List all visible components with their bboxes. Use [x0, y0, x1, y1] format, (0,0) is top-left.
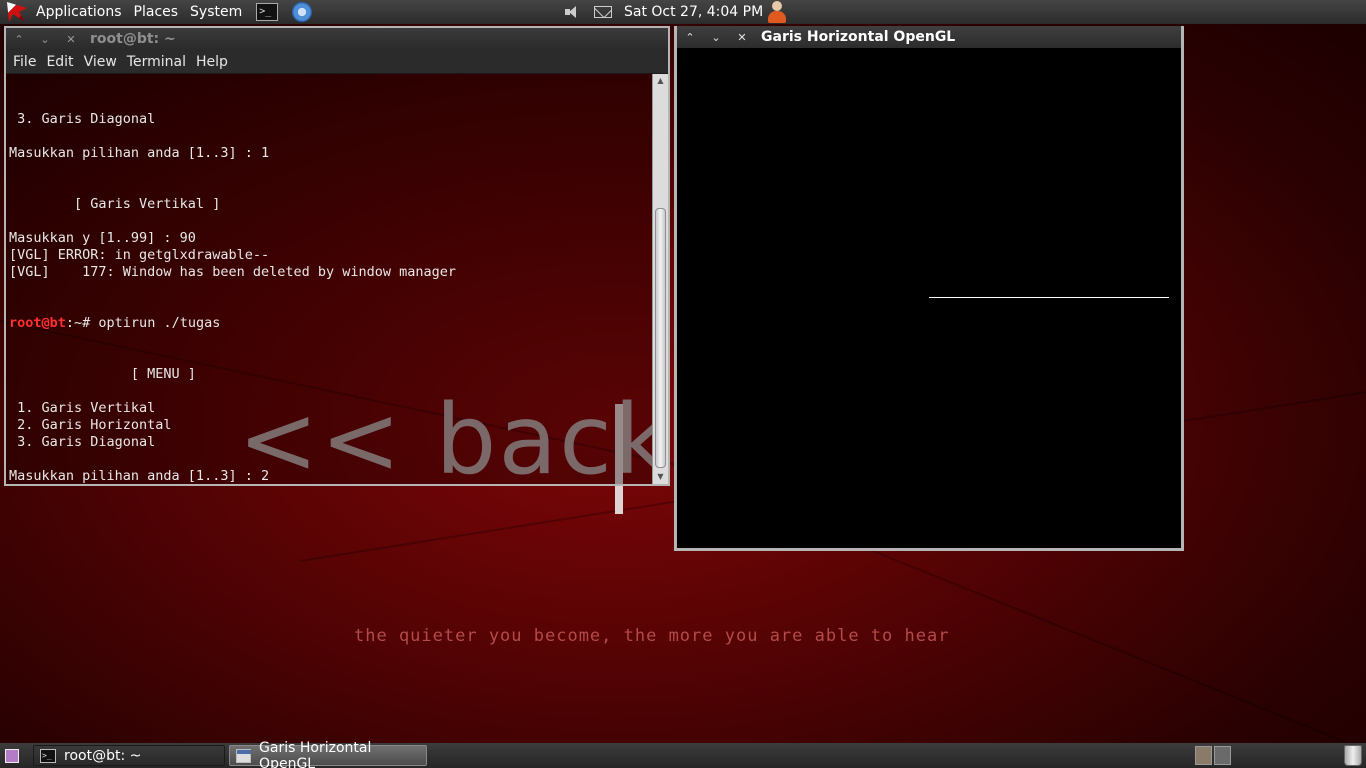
close-icon[interactable]: ✕	[729, 31, 755, 44]
workspace-1[interactable]	[1195, 746, 1212, 765]
terminal-launcher-icon[interactable]: >_	[256, 3, 279, 21]
opengl-title: Garis Horizontal OpenGL	[761, 29, 956, 45]
prompt-user: root@bt	[9, 315, 66, 331]
scrollbar-thumb[interactable]	[655, 208, 666, 468]
terminal-line: 3. Garis Diagonal	[9, 434, 156, 450]
taskbar-item-terminal[interactable]: >_ root@bt: ~	[33, 745, 225, 766]
opengl-titlebar[interactable]: ⌃ ⌄ ✕ Garis Horizontal OpenGL	[677, 26, 1181, 48]
menu-places[interactable]: Places	[128, 0, 185, 24]
terminal-prompt-line: root@bt:~# optirun ./tugas	[9, 315, 652, 332]
show-desktop-icon[interactable]	[5, 748, 19, 763]
horizontal-line	[929, 297, 1169, 298]
top-panel: Applications Places System >_ Sat Oct 27…	[0, 0, 1366, 24]
terminal-line: 1. Garis Vertikal	[9, 400, 156, 416]
terminal-line: 2. Garis Horizontal	[9, 417, 172, 433]
terminal-line: Masukkan pilihan anda [1..3] : 1	[9, 145, 270, 161]
maximize-icon[interactable]: ⌃	[677, 31, 703, 44]
terminal-title: root@bt: ~	[90, 31, 176, 47]
mail-icon[interactable]	[594, 6, 612, 18]
workspace-switcher[interactable]	[1195, 746, 1231, 765]
terminal-output[interactable]: 3. Garis Diagonal Masukkan pilihan anda […	[6, 74, 652, 484]
terminal-output-before: 3. Garis Diagonal Masukkan pilihan anda […	[9, 111, 652, 281]
close-icon[interactable]: ✕	[58, 33, 84, 46]
terminal-output-after: [ MENU ] 1. Garis Vertikal 2. Garis Hori…	[9, 366, 652, 484]
taskbar-item-label: Garis Horizontal OpenGL	[259, 739, 372, 768]
terminal-line: Masukkan y [1..99] : 90	[9, 230, 196, 246]
panel-indicators: Sat Oct 27, 4:04 PM	[564, 0, 763, 24]
panel-clock[interactable]: Sat Oct 27, 4:04 PM	[624, 4, 763, 20]
terminal-titlebar[interactable]: ⌃ ⌄ ✕ root@bt: ~	[6, 28, 668, 50]
bottom-panel: >_ root@bt: ~ Garis Horizontal OpenGL	[0, 740, 1366, 768]
menu-help[interactable]: Help	[191, 54, 233, 70]
menu-edit[interactable]: Edit	[41, 54, 78, 70]
opengl-window: ⌃ ⌄ ✕ Garis Horizontal OpenGL	[674, 26, 1184, 551]
taskbar-item-label: root@bt: ~	[64, 747, 142, 764]
minimize-icon[interactable]: ⌄	[32, 33, 58, 46]
opengl-canvas[interactable]	[677, 48, 1181, 548]
backtrack-dragon-icon[interactable]	[4, 0, 30, 24]
terminal-line: Masukkan pilihan anda [1..3] : 2	[9, 468, 270, 484]
workspace-2[interactable]	[1214, 746, 1231, 765]
terminal-line: [VGL] ERROR: in getglxdrawable--	[9, 247, 270, 263]
menu-terminal[interactable]: Terminal	[122, 54, 191, 70]
menu-view[interactable]: View	[79, 54, 122, 70]
wallpaper-quote: the quieter you become, the more you are…	[354, 626, 950, 646]
user-switcher-icon[interactable]	[766, 1, 788, 23]
terminal-scrollbar[interactable]: ▲ ▼	[652, 74, 668, 484]
terminal-menubar: File Edit View Terminal Help	[6, 50, 668, 74]
terminal-window: ⌃ ⌄ ✕ root@bt: ~ File Edit View Terminal…	[4, 26, 670, 486]
menu-file[interactable]: File	[6, 54, 41, 70]
terminal-line: [VGL] 177: Window has been deleted by wi…	[9, 264, 457, 280]
terminal-icon: >_	[40, 748, 56, 763]
scroll-down-icon[interactable]: ▼	[653, 470, 668, 484]
scroll-up-icon[interactable]: ▲	[653, 74, 668, 88]
terminal-line: 3. Garis Diagonal	[9, 111, 156, 127]
maximize-icon[interactable]: ⌃	[6, 33, 32, 46]
terminal-line: [ Garis Vertikal ]	[9, 196, 221, 212]
trash-icon[interactable]	[1344, 745, 1362, 766]
terminal-line: [ MENU ]	[9, 366, 196, 382]
minimize-icon[interactable]: ⌄	[703, 31, 729, 44]
browser-launcher-icon[interactable]	[292, 2, 313, 22]
volume-icon[interactable]	[564, 4, 580, 20]
taskbar-item-opengl[interactable]: Garis Horizontal OpenGL	[229, 740, 427, 768]
window-icon	[236, 748, 252, 763]
menu-system[interactable]: System	[184, 0, 248, 24]
menu-applications[interactable]: Applications	[30, 0, 128, 24]
prompt-path: :~#	[65, 315, 99, 331]
prompt-command: optirun ./tugas	[98, 315, 221, 331]
